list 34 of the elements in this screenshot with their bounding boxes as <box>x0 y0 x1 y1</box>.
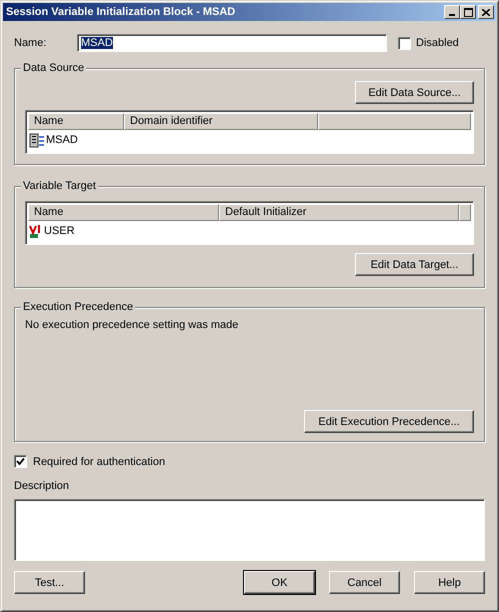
name-label: Name: <box>14 37 48 49</box>
group-title: Variable Target <box>21 180 98 192</box>
close-button[interactable] <box>478 5 494 19</box>
column-header[interactable]: Default Initializer <box>219 204 459 221</box>
group-title: Execution Precedence <box>21 301 136 313</box>
name-field[interactable]: MSAD <box>77 34 387 52</box>
group-title: Data Source <box>21 62 86 74</box>
column-header[interactable]: Name <box>28 113 124 130</box>
empty-column-header[interactable] <box>459 204 471 221</box>
close-icon <box>482 8 490 16</box>
dialog-button[interactable]: OK <box>244 571 315 594</box>
execution-precedence-message: No execution precedence setting was made <box>25 319 240 331</box>
edit-execution-precedence-button[interactable]: Edit Execution Precedence... <box>304 410 474 433</box>
description-label: Description <box>14 480 70 492</box>
column-header[interactable]: Name <box>28 204 220 221</box>
dialog-button[interactable]: Help <box>414 571 485 594</box>
window-title: Session Variable Initialization Block - MSAD <box>6 6 236 18</box>
checkbox[interactable] <box>398 36 411 50</box>
edit-data-target-button[interactable]: Edit Data Target... <box>355 253 474 276</box>
row-name[interactable]: USER <box>44 225 75 237</box>
checkbox[interactable] <box>14 455 27 468</box>
required-for-authentication-label: Required for authentication <box>33 456 166 468</box>
minimize-button[interactable] <box>444 5 460 19</box>
maximize-button[interactable] <box>460 5 476 19</box>
disabled-label: Disabled <box>416 37 459 49</box>
column-header[interactable]: Domain identifier <box>124 113 318 130</box>
row-name[interactable]: MSAD <box>46 134 78 146</box>
maximize-icon <box>464 8 472 16</box>
server-icon <box>29 132 45 148</box>
edit-data-source-button[interactable]: Edit Data Source... <box>355 81 474 104</box>
dialog-button[interactable]: Cancel <box>329 571 400 594</box>
test-button[interactable]: Test... <box>14 571 85 594</box>
variable-icon <box>29 223 43 239</box>
description-field[interactable] <box>14 499 485 561</box>
